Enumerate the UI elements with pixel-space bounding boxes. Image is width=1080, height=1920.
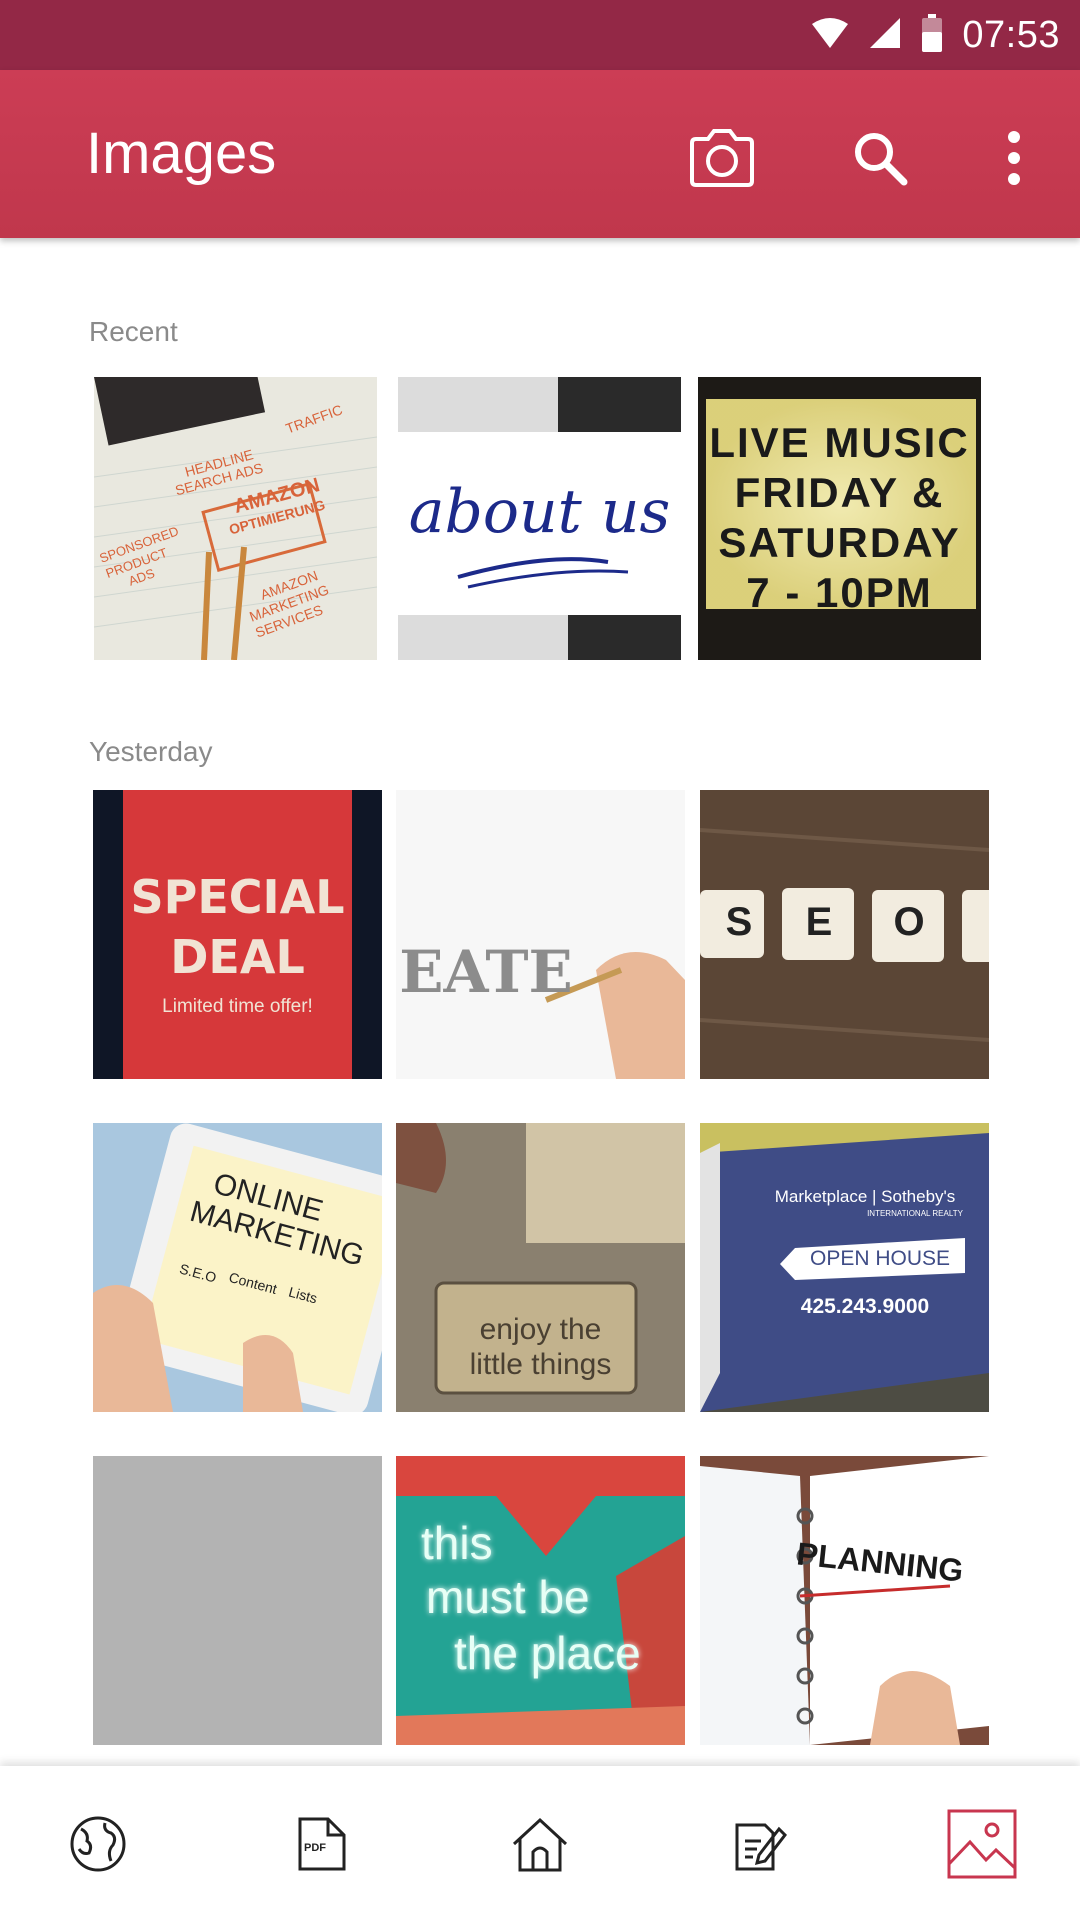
more-vert-icon <box>1008 131 1020 185</box>
image-thumbnail[interactable]: this must be the place <box>396 1456 685 1745</box>
thumb-text: O <box>893 900 925 944</box>
thumb-text: about us <box>408 477 671 547</box>
thumb-text: LIVE MUSIC <box>709 419 970 466</box>
thumb-text: 425.243.9000 <box>800 1295 930 1318</box>
thumb-text: Marketplace | Sotheby's <box>774 1187 956 1206</box>
camera-button[interactable] <box>674 110 770 206</box>
images-screen: 07:53 Images Recent AMAZON OPTIMIERUNG H… <box>0 0 1080 1920</box>
home-icon <box>512 1817 568 1872</box>
image-thumbnail[interactable]: about us <box>398 377 681 660</box>
thumb-text: OPEN HOUSE <box>809 1247 951 1270</box>
thumb-text: 7 - 10PM <box>746 569 933 616</box>
bottom-navigation: PDF <box>0 1766 1080 1920</box>
thumb-text: this <box>421 1517 493 1569</box>
status-icons: 07:53 <box>810 0 1060 70</box>
thumb-text: SATURDAY <box>718 519 961 566</box>
thumb-text: the place <box>454 1627 641 1679</box>
thumb-text: Limited time offer! <box>162 996 313 1017</box>
image-thumbnail[interactable]: ONLINE MARKETING S.E.O Content Lists <box>93 1123 382 1412</box>
nav-item-browser[interactable] <box>50 1796 146 1892</box>
image-thumbnail[interactable]: AMAZON OPTIMIERUNG HEADLINE SEARCH ADS T… <box>94 377 377 660</box>
thumb-text: INTERNATIONAL REALTY <box>867 1209 963 1218</box>
image-thumbnail[interactable]: PLANNING <box>700 1456 989 1745</box>
image-thumbnail[interactable]: LIVE MUSIC FRIDAY & SATURDAY 7 - 10PM <box>698 377 981 660</box>
app-bar: Images <box>0 70 1080 238</box>
section-label-yesterday: Yesterday <box>89 736 213 767</box>
image-thumbnail[interactable]: enjoy the little things <box>396 1123 685 1412</box>
thumb-text: E <box>805 900 833 944</box>
search-button[interactable] <box>832 110 928 206</box>
image-thumbnail[interactable]: SPECIAL DEAL Limited time offer! <box>93 790 382 1079</box>
page-title: Images <box>86 121 277 186</box>
thumb-text: EATE <box>399 938 573 1006</box>
thumb-text: SPECIAL <box>130 870 345 924</box>
image-graphic <box>396 790 685 1079</box>
status-bar: 07:53 <box>0 0 1080 70</box>
image-icon <box>947 1809 1017 1879</box>
nav-item-home[interactable] <box>492 1796 588 1892</box>
thumb-text: little things <box>469 1348 612 1381</box>
thumb-text: must be <box>426 1571 590 1623</box>
image-placeholder[interactable] <box>93 1456 382 1745</box>
thumb-text: S <box>725 900 753 944</box>
thumb-text: enjoy the <box>479 1313 602 1346</box>
image-thumbnail[interactable]: S E O <box>700 790 989 1079</box>
nav-item-images[interactable] <box>934 1796 1030 1892</box>
edit-document-icon <box>735 1823 787 1871</box>
nav-item-pdf[interactable]: PDF <box>274 1796 370 1892</box>
thumb-text: FRIDAY & <box>734 469 945 516</box>
thumb-text: DEAL <box>170 930 305 984</box>
cell-signal-icon <box>868 16 902 55</box>
more-options-button[interactable] <box>966 110 1062 206</box>
pdf-label: PDF <box>304 1842 326 1854</box>
image-thumbnail[interactable]: Marketplace | Sotheby's INTERNATIONAL RE… <box>700 1123 989 1412</box>
nav-item-edit[interactable] <box>712 1796 808 1892</box>
battery-icon <box>920 13 944 57</box>
globe-icon <box>70 1816 126 1872</box>
search-icon <box>855 133 908 186</box>
image-thumbnail[interactable]: EATE <box>396 790 685 1079</box>
section-label-recent: Recent <box>89 316 178 347</box>
image-graphic <box>700 1456 989 1745</box>
wifi-icon <box>810 16 850 55</box>
camera-icon <box>690 129 754 187</box>
status-time: 07:53 <box>962 13 1060 56</box>
